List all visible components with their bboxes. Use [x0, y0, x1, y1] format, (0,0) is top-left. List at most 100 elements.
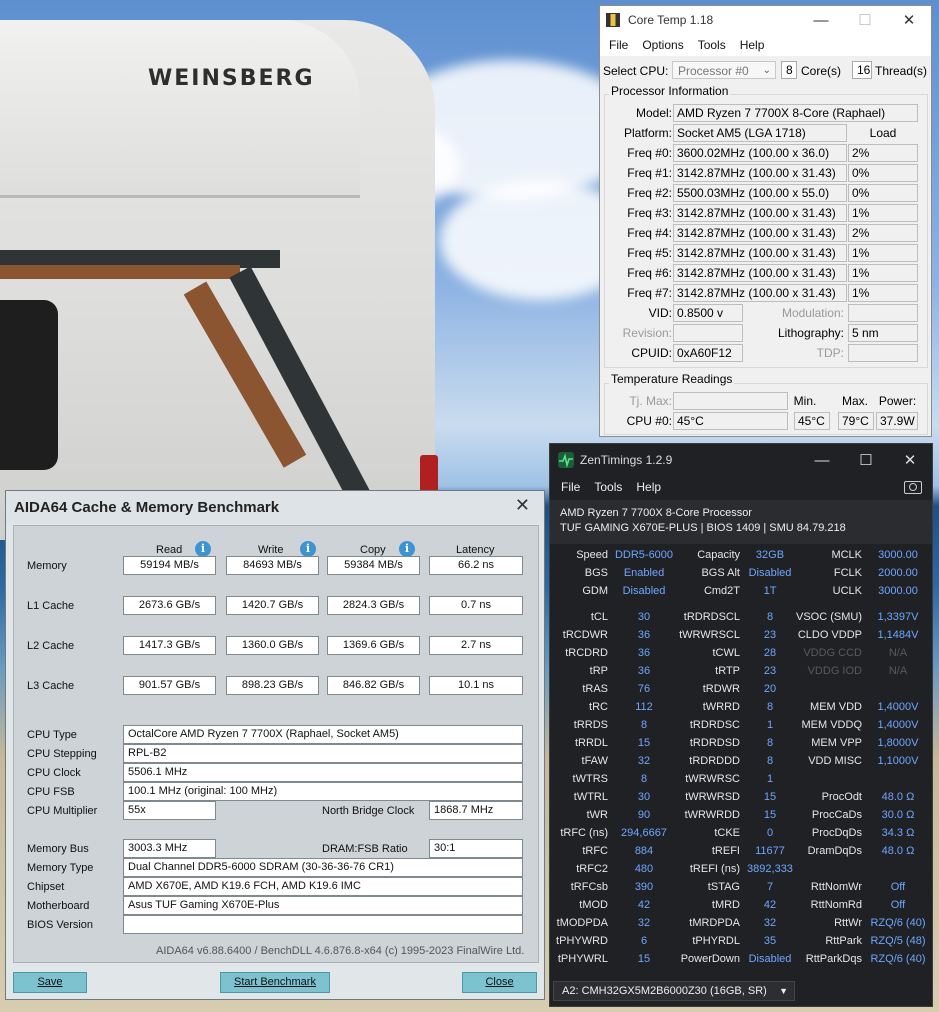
bios-label: BIOS Version	[27, 919, 94, 931]
caravan-window	[0, 300, 58, 470]
timing-value: 30	[637, 611, 651, 623]
timing-value: Disabled	[622, 585, 666, 597]
processor-info-title: Processor Information	[609, 84, 731, 98]
timing-row: tRP 36 tRTP 23 VDDG IOD N/A	[550, 662, 934, 680]
voltage-label: MEM VDD	[810, 701, 862, 713]
threads-label: Thread(s)	[875, 64, 928, 78]
voltage-value: 1,8000V	[877, 737, 919, 749]
save-button[interactable]: Save	[13, 972, 87, 993]
voltage-label: FCLK	[833, 567, 862, 579]
close-button[interactable]: Close	[462, 972, 537, 993]
timing-row: tRFC (ns) 294,6667 tCKE 0 ProcDqDs 34.3 Ω	[550, 824, 934, 842]
timing-value: 15	[637, 953, 651, 965]
window-title: AIDA64 Cache & Memory Benchmark	[14, 499, 280, 516]
menu-file[interactable]: File	[554, 480, 587, 494]
voltage-value: RZQ/6 (40)	[870, 917, 926, 929]
minimize-icon[interactable]: —	[799, 6, 843, 34]
voltage-label: UCLK	[832, 585, 862, 597]
copy-value: 2824.3 GB/s	[327, 596, 420, 615]
info-icon[interactable]: i	[195, 541, 211, 557]
close-icon[interactable]: ✕	[888, 446, 932, 474]
timing-label: tRFCsb	[570, 881, 608, 893]
load-value: 1%	[848, 284, 918, 302]
timing-label: tSTAG	[707, 881, 740, 893]
timing-label: tRCDWR	[562, 629, 608, 641]
aida64-window: AIDA64 Cache & Memory Benchmark ✕ Read i…	[5, 490, 545, 1000]
chevron-down-icon: ▼	[779, 986, 788, 996]
timing-row: tWTRL 30 tWRWRSD 15 ProcOdt 48.0 Ω	[550, 788, 934, 806]
timing-label: tRFC	[582, 845, 608, 857]
info-icon[interactable]: i	[300, 541, 316, 557]
maximize-icon[interactable]: ☐	[844, 446, 888, 474]
freq-value: 5500.03MHz (100.00 x 55.0)	[673, 184, 847, 202]
start-benchmark-button[interactable]: Start Benchmark	[220, 972, 330, 993]
timing-label: tRFC2	[576, 863, 608, 875]
load-value: 2%	[848, 224, 918, 242]
timing-label: tRRDL	[574, 737, 608, 749]
timing-value: 32	[637, 755, 651, 767]
tdp-value	[848, 344, 918, 362]
timing-value: 294,6667	[621, 827, 667, 839]
timing-row: GDM Disabled Cmd2T 1T UCLK 3000.00	[550, 582, 934, 600]
menu-file[interactable]: File	[602, 38, 635, 52]
coretemp-window: Core Temp 1.18 — ☐ ✕ File Options Tools …	[599, 5, 932, 437]
zentimings-titlebar[interactable]: ZenTimings 1.2.9 — ☐ ✕	[550, 444, 932, 476]
tjmax-label: Tj. Max:	[629, 394, 672, 408]
menu-tools[interactable]: Tools	[587, 480, 629, 494]
write-value: 898.23 GB/s	[226, 676, 319, 695]
timing-value: 36	[637, 629, 651, 641]
timing-value: 30	[637, 791, 651, 803]
select-cpu-label: Select CPU:	[603, 64, 669, 78]
camera-icon[interactable]	[904, 480, 922, 494]
voltage-value: Off	[890, 881, 906, 893]
timing-row: tWTRS 8 tWRWRSC 1	[550, 770, 934, 788]
freq-label: Freq #7:	[627, 286, 672, 300]
voltage-label: MEM VPP	[811, 737, 862, 749]
timing-label: tCL	[590, 611, 608, 623]
info-icon[interactable]: i	[399, 541, 415, 557]
menu-help[interactable]: Help	[629, 480, 668, 494]
close-icon[interactable]: ✕	[515, 495, 530, 516]
voltage-label: VDDG CCD	[803, 647, 862, 659]
coretemp-titlebar[interactable]: Core Temp 1.18 — ☐ ✕	[600, 6, 931, 34]
menu-options[interactable]: Options	[635, 38, 690, 52]
aida64-titlebar[interactable]: AIDA64 Cache & Memory Benchmark ✕	[6, 491, 544, 523]
close-icon[interactable]: ✕	[887, 6, 931, 34]
timing-label: tRDRDSD	[689, 737, 740, 749]
nb-clock-label: North Bridge Clock	[322, 805, 415, 817]
revision-value	[673, 324, 743, 342]
menu-help[interactable]: Help	[733, 38, 772, 52]
timing-value: 3892,333	[747, 863, 793, 875]
timing-value: 390	[634, 881, 654, 893]
caravan-brand-logo: WEINSBERG	[148, 66, 315, 91]
modulation-label: Modulation:	[781, 306, 844, 320]
nb-clock-value: 1868.7 MHz	[429, 801, 523, 820]
menu-tools[interactable]: Tools	[691, 38, 733, 52]
tdp-label: TDP:	[816, 346, 844, 360]
minimize-icon[interactable]: —	[800, 446, 844, 474]
processor-select[interactable]: Processor #0 ⌄	[672, 61, 776, 79]
timing-value: 8	[640, 773, 648, 785]
timing-value: 20	[763, 683, 777, 695]
memory-module-select[interactable]: A2: CMH32GX5M2B6000Z30 (16GB, SR) ▼	[553, 981, 795, 1001]
timing-label: tWRWRSCL	[679, 629, 740, 641]
freq-label: Freq #1:	[627, 166, 672, 180]
timing-label: tWRWRSD	[685, 791, 740, 803]
timing-row: tRCDWR 36 tWRWRSCL 23 CLDO VDDP 1,1484V	[550, 626, 934, 644]
timing-value: 8	[640, 719, 648, 731]
timing-row: tRAS 76 tRDWR 20	[550, 680, 934, 698]
read-value: 901.57 GB/s	[123, 676, 216, 695]
timing-row: tRFCsb 390 tSTAG 7 RttNomWr Off	[550, 878, 934, 896]
freq-value: 3600.02MHz (100.00 x 36.0)	[673, 144, 847, 162]
window-title: ZenTimings 1.2.9	[580, 453, 673, 467]
system-info: AMD Ryzen 7 7700X 8-Core Processor TUF G…	[550, 500, 932, 544]
voltage-value: 1,1484V	[877, 629, 919, 641]
voltage-value: N/A	[888, 647, 908, 659]
timing-row: tRRDL 15 tRDRDSD 8 MEM VPP 1,8000V	[550, 734, 934, 752]
copy-header: Copy	[360, 544, 386, 556]
timing-row: tRC 112 tWRRD 8 MEM VDD 1,4000V	[550, 698, 934, 716]
board-info: TUF GAMING X670E-PLUS | BIOS 1409 | SMU …	[560, 522, 846, 534]
voltage-label: ProcCaDs	[811, 809, 862, 821]
cpu-stepping-label: CPU Stepping	[27, 748, 97, 760]
voltage-value: 3000.00	[878, 585, 918, 597]
